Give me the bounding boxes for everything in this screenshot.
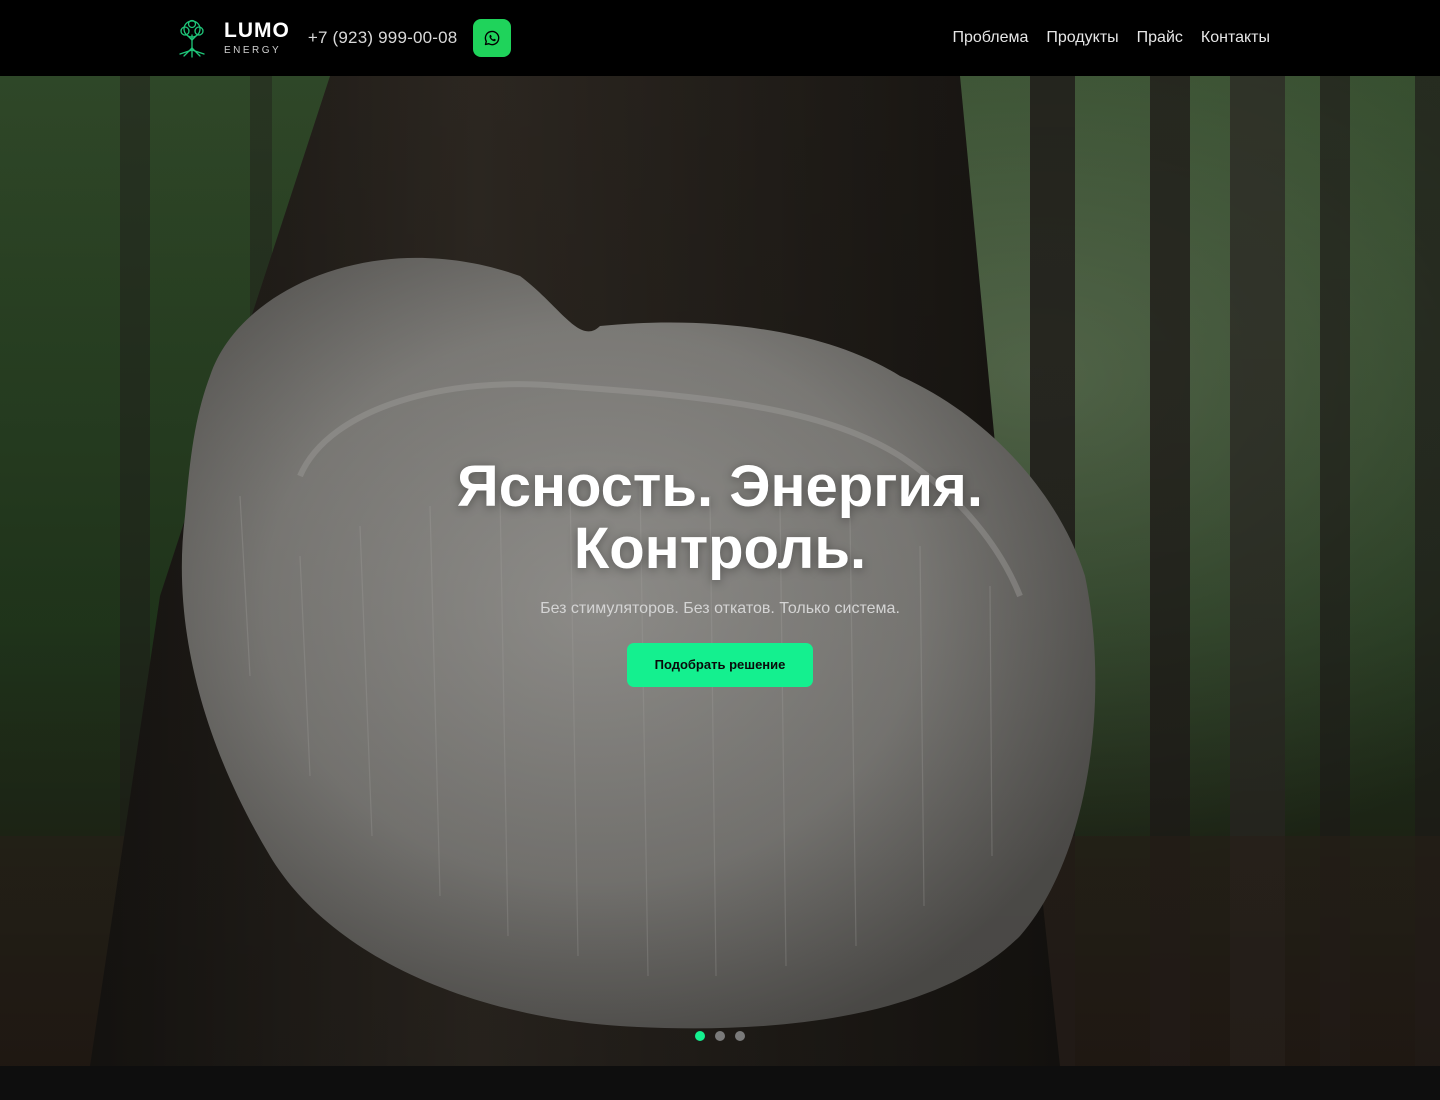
main-nav: Проблема Продукты Прайс Контакты (952, 29, 1270, 47)
hero-subline: Без стимуляторов. Без откатов. Только си… (540, 600, 900, 617)
slider-dot-3[interactable] (735, 1031, 745, 1041)
find-solution-button[interactable]: Подобрать решение (626, 643, 814, 687)
whatsapp-button[interactable] (473, 19, 512, 57)
next-section-edge (0, 1066, 1440, 1100)
slider-dot-2[interactable] (715, 1031, 725, 1041)
nav-item-products[interactable]: Продукты (1046, 29, 1118, 47)
hero-headline-line2: Контроль. (573, 516, 867, 581)
hero-headline: Ясность. Энергия. Контроль. (0, 456, 1440, 580)
nav-item-contacts[interactable]: Контакты (1201, 29, 1270, 47)
site-header: LUMO ENERGY +7 (923) 999-00-08 Проблема … (0, 0, 1440, 76)
hero-content: Ясность. Энергия. Контроль. Без стимулят… (0, 456, 1440, 687)
tree-logo-icon (179, 19, 205, 58)
logo-text: LUMO ENERGY (224, 20, 290, 56)
header-inner: LUMO ENERGY +7 (923) 999-00-08 Проблема … (170, 16, 1270, 60)
hero-slider: Ясность. Энергия. Контроль. Без стимулят… (0, 76, 1440, 1066)
slider-dots (0, 1031, 1440, 1041)
logo[interactable]: LUMO ENERGY (170, 16, 290, 60)
hero-headline-line1: Ясность. Энергия. (457, 454, 983, 519)
nav-item-price[interactable]: Прайс (1137, 29, 1183, 47)
logo-title: LUMO (224, 19, 290, 42)
nav-item-problem[interactable]: Проблема (952, 29, 1028, 47)
slider-dot-1[interactable] (695, 1031, 705, 1041)
phone-number[interactable]: +7 (923) 999-00-08 (308, 28, 458, 48)
whatsapp-icon (485, 30, 500, 46)
header-left: LUMO ENERGY +7 (923) 999-00-08 (170, 16, 512, 60)
logo-subtitle: ENERGY (224, 45, 282, 56)
